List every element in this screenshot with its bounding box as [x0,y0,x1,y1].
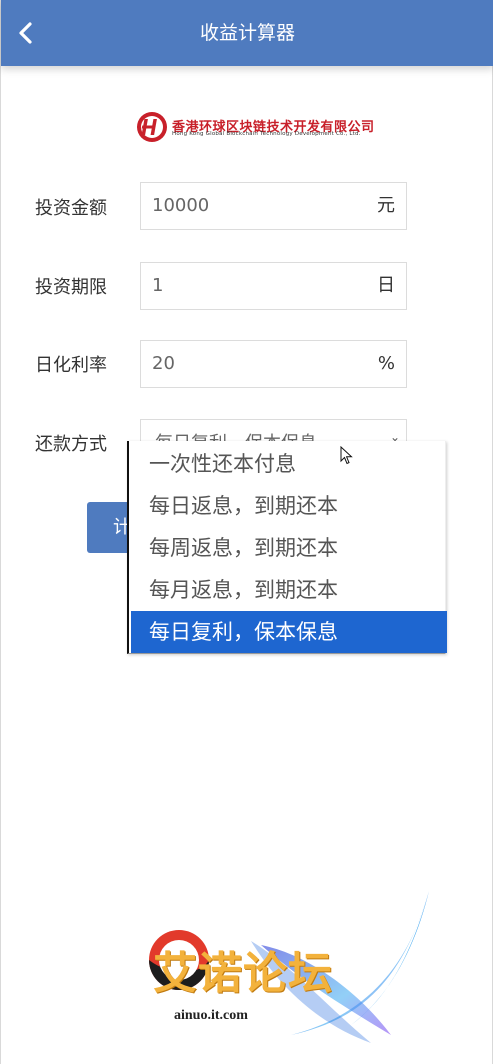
forum-watermark: 艾诺论坛 ainuo.it.com [141,885,441,1045]
page: 收益计算器 香港环球区块链技术开发有限公司 Hong Kong Global B… [0,0,493,1064]
rate-label: 日化利率 [35,355,107,376]
method-dropdown: 一次性还本付息 每日返息，到期还本 每周返息，到期还本 每月返息，到期还本 每日… [127,441,447,654]
watermark-url: ainuo.it.com [174,1008,248,1023]
method-select[interactable]: 每日复利，保本保息 ⌄ [140,419,407,441]
dropdown-option[interactable]: 每月返息，到期还本 [131,569,447,611]
amount-unit: 元 [377,195,395,216]
logo-company-subtitle: Hong Kong Global Blockchain Technology D… [172,131,361,137]
chevron-down-icon: ⌄ [389,430,400,441]
dropdown-option[interactable]: 每周返息，到期还本 [131,527,447,569]
rate-value: 20 [152,353,175,374]
term-label: 投资期限 [35,277,107,298]
term-unit: 日 [377,275,395,296]
method-label: 还款方式 [35,434,107,455]
company-logo: 香港环球区块链技术开发有限公司 Hong Kong Global Blockch… [135,110,374,144]
method-select-value: 每日复利，保本保息 [155,429,317,441]
dropdown-option[interactable]: 每日返息，到期还本 [131,485,447,527]
watermark-text: 艾诺论坛 [153,948,333,999]
amount-label: 投资金额 [35,198,107,219]
logo-mark-icon [137,112,167,142]
amount-value: 10000 [152,195,210,216]
navbar: 收益计算器 [1,0,493,66]
dropdown-option-selected[interactable]: 每日复利，保本保息 [131,611,447,653]
dropdown-option[interactable]: 一次性还本付息 [131,443,447,485]
rate-field[interactable]: 20 % [140,340,407,388]
rate-unit: % [377,353,395,374]
term-field[interactable]: 1 日 [140,262,407,310]
term-value: 1 [152,275,164,296]
page-title: 收益计算器 [199,22,295,44]
amount-field[interactable]: 10000 元 [140,182,407,230]
mouse-cursor-icon [340,446,353,465]
